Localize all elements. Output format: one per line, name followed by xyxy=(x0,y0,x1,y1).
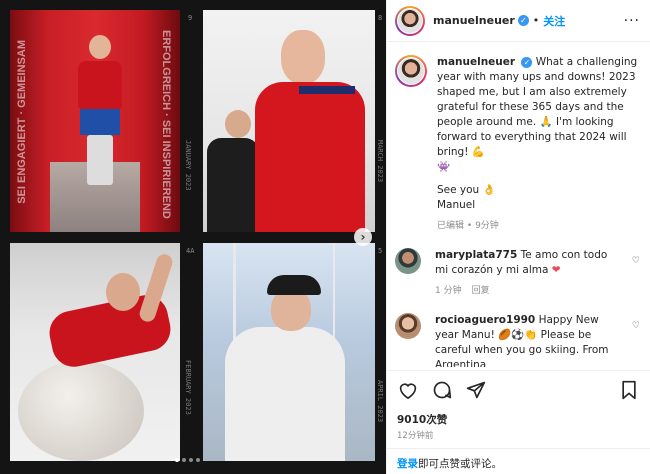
dot-separator: • xyxy=(532,14,540,27)
caption-signoff-2: Manuel xyxy=(437,199,476,211)
post-timestamp: 12分钟前 xyxy=(397,431,434,441)
photo-harbor-hoodie xyxy=(203,243,375,461)
wall-text-left: SEI ENGAGIERT · GEMEINSAM xyxy=(16,40,28,204)
caption-username[interactable]: manuelneuer xyxy=(437,56,515,68)
like-comment-icon[interactable]: ♡ xyxy=(632,256,640,266)
post-sidebar: manuelneuer ✓ • 关注 ··· manuelneuer ✓ Wha… xyxy=(386,0,650,474)
verified-badge-icon: ✓ xyxy=(517,15,529,26)
like-icon[interactable] xyxy=(397,379,419,401)
film-number-1: 9 xyxy=(188,14,193,22)
player-figure xyxy=(255,30,365,232)
comment-icon[interactable] xyxy=(431,379,453,401)
staff-figure xyxy=(207,110,259,232)
red-heart-emoji-icon: ❤ xyxy=(551,264,561,276)
comments-list[interactable]: manuelneuer ✓ What a challenging year wi… xyxy=(387,43,650,367)
film-date-1: JANUARY 2023 xyxy=(184,140,192,191)
film-number-4: 5 xyxy=(378,247,383,255)
avatar[interactable] xyxy=(395,55,427,87)
next-slide-button[interactable]: › xyxy=(354,228,372,246)
caption-signoff-1: See you 👌 xyxy=(437,184,496,196)
comment-username[interactable]: rocioaguero1990 xyxy=(435,314,535,326)
comment-item: rocioaguero1990 Happy New year Manu! 🏉⚽👏… xyxy=(387,299,650,367)
dot-separator: • xyxy=(466,221,473,231)
header-username[interactable]: manuelneuer xyxy=(433,14,515,27)
caption: manuelneuer ✓ What a challenging year wi… xyxy=(387,43,650,234)
reply-button[interactable]: 回复 xyxy=(472,284,490,299)
caption-time: 9分钟 xyxy=(475,221,499,231)
login-link[interactable]: 登录 xyxy=(397,458,418,470)
carousel-dot xyxy=(175,458,179,462)
more-options-icon[interactable]: ··· xyxy=(624,13,640,29)
player-head xyxy=(106,273,140,311)
likes-count[interactable]: 9010次赞 xyxy=(397,412,447,427)
wall-text-right: ERFOLGREICH · SEI INSPIRIEREND xyxy=(160,30,172,219)
bookmark-icon[interactable] xyxy=(618,379,640,401)
avatar[interactable] xyxy=(395,313,421,339)
comment-item: maryplata775 Te amo con todo mi corazón … xyxy=(387,234,650,299)
player-arm xyxy=(137,252,175,324)
follow-button[interactable]: 关注 xyxy=(543,13,565,29)
avatar[interactable] xyxy=(395,5,425,36)
photo-exercise-ball xyxy=(10,243,180,461)
carousel-dot xyxy=(196,458,200,462)
film-number-2: 8 xyxy=(378,14,383,22)
chevron-right-icon: › xyxy=(360,230,366,244)
photo-smiling-jersey xyxy=(203,10,375,232)
like-comment-icon[interactable]: ♡ xyxy=(632,321,640,331)
post-header: manuelneuer ✓ • 关注 ··· xyxy=(387,0,650,42)
film-date-4: APRIL 2023 xyxy=(376,380,384,423)
film-date-2: MARCH 2023 xyxy=(376,140,384,183)
comment-time: 1 分钟 xyxy=(435,286,462,296)
carousel-indicator xyxy=(175,458,200,462)
post-media[interactable]: SEI ENGAGIERT · GEMEINSAM ERFOLGREICH · … xyxy=(0,0,386,474)
exercise-ball xyxy=(18,361,144,461)
comment-username[interactable]: maryplata775 xyxy=(435,249,517,261)
post-actions xyxy=(387,370,650,408)
share-icon[interactable] xyxy=(465,379,487,401)
caption-text: What a challenging year with many ups an… xyxy=(437,56,638,158)
carousel-dot xyxy=(182,458,186,462)
carousel-dot xyxy=(189,458,193,462)
caption-emoji: 👾 xyxy=(437,161,451,173)
player-figure xyxy=(217,275,345,461)
edited-label: 已编辑 xyxy=(437,221,465,231)
player-figure xyxy=(76,35,124,195)
film-number-3: 4A xyxy=(186,247,195,255)
verified-badge-icon: ✓ xyxy=(521,57,533,68)
login-prompt-text: 即可点赞或评论。 xyxy=(418,458,502,470)
photo-rehab-crutches: SEI ENGAGIERT · GEMEINSAM ERFOLGREICH · … xyxy=(10,10,180,232)
film-date-3: FEBRUARY 2023 xyxy=(184,360,192,415)
avatar[interactable] xyxy=(395,248,421,274)
login-prompt: 登录即可点赞或评论。 xyxy=(387,448,650,474)
